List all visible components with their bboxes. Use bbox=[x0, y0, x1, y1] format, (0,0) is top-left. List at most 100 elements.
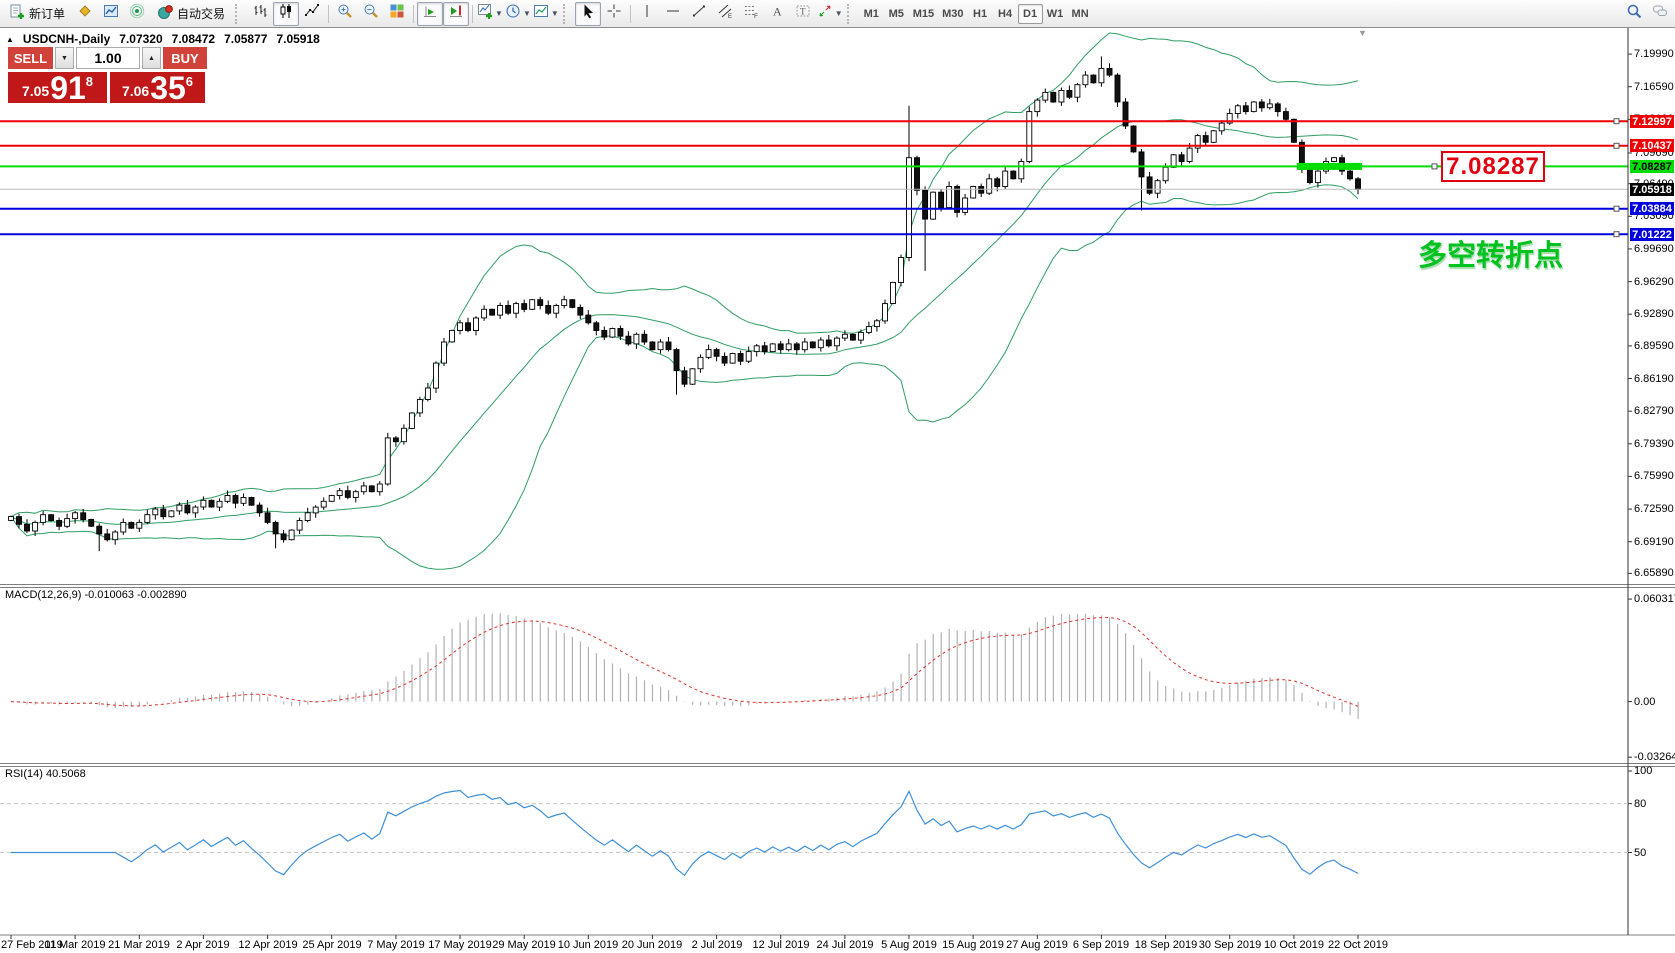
chart-title: ▲ USDCNH-,Daily 7.07320 7.08472 7.05877 … bbox=[6, 32, 320, 46]
chart-scale-marker-icon: ▼ bbox=[1358, 28, 1367, 38]
new-order-icon bbox=[9, 4, 25, 23]
toolbar-grip bbox=[847, 4, 856, 24]
chart-window-icon bbox=[103, 3, 119, 24]
clock-icon bbox=[505, 3, 521, 24]
crosshair-button[interactable] bbox=[601, 2, 627, 26]
new-order-button[interactable]: 新订单 bbox=[2, 2, 72, 26]
auto-scroll-icon bbox=[422, 3, 438, 24]
toolbar-separator bbox=[413, 5, 414, 23]
chevron-down-icon: ▼ bbox=[523, 9, 531, 18]
vertical-line-button[interactable] bbox=[634, 2, 660, 26]
fibonacci-button[interactable]: F bbox=[738, 2, 764, 26]
toolbar-separator bbox=[472, 5, 473, 23]
chevron-down-icon: ▼ bbox=[835, 9, 843, 18]
candlestick-chart-button[interactable] bbox=[273, 2, 299, 26]
signals-button[interactable] bbox=[124, 2, 150, 26]
timeframe-m30-button[interactable]: M30 bbox=[938, 4, 967, 24]
text-label-button[interactable]: T bbox=[790, 2, 816, 26]
search-icon bbox=[1626, 3, 1642, 24]
zoom-in-icon bbox=[337, 3, 353, 24]
volume-increase-button[interactable]: ▲ bbox=[142, 47, 161, 69]
chevron-down-icon: ▼ bbox=[551, 9, 559, 18]
text-label-icon: T bbox=[795, 3, 811, 24]
buy-price-pip: 6 bbox=[186, 74, 193, 89]
equidistant-channel-button[interactable]: E bbox=[712, 2, 738, 26]
indicators-icon bbox=[477, 3, 493, 24]
fibonacci-icon: F bbox=[743, 3, 759, 24]
sell-price-prefix: 7.05 bbox=[22, 83, 49, 99]
line-chart-button[interactable] bbox=[299, 2, 325, 26]
vertical-line-icon bbox=[639, 3, 655, 24]
sell-price-button[interactable]: 7.05 91 8 bbox=[8, 72, 107, 103]
chart-area[interactable]: 7.199907.165907.131907.096907.064907.030… bbox=[0, 28, 1675, 953]
timeframe-m5-button[interactable]: M5 bbox=[884, 4, 909, 24]
sell-button[interactable]: SELL bbox=[8, 47, 53, 69]
timeframe-mn-button[interactable]: MN bbox=[1068, 4, 1093, 24]
timeframe-m15-button[interactable]: M15 bbox=[909, 4, 938, 24]
text-button[interactable]: A bbox=[764, 2, 790, 26]
line-chart-icon bbox=[304, 3, 320, 24]
svg-text:A: A bbox=[773, 5, 782, 19]
buy-price-button[interactable]: 7.06 35 6 bbox=[110, 72, 205, 103]
indicators-dropdown-button[interactable]: ▼ bbox=[476, 2, 504, 26]
metaeditor-button[interactable] bbox=[72, 2, 98, 26]
candlestick-icon bbox=[278, 3, 294, 24]
auto-scroll-button[interactable] bbox=[417, 2, 443, 26]
turning-point-note[interactable]: 多空转折点 bbox=[1418, 232, 1563, 274]
search-button[interactable] bbox=[1621, 2, 1647, 26]
main-toolbar: 新订单 自动交易 ▼ ▼ ▼ E F A T bbox=[0, 0, 1675, 28]
high-value: 7.08472 bbox=[172, 32, 215, 46]
cursor-icon bbox=[580, 3, 596, 24]
sell-price-pip: 8 bbox=[86, 74, 93, 89]
autotrading-icon bbox=[157, 4, 173, 23]
crosshair-icon bbox=[606, 3, 622, 24]
svg-text:E: E bbox=[728, 14, 732, 19]
trendline-icon bbox=[691, 3, 707, 24]
chart-shift-icon bbox=[448, 3, 464, 24]
low-value: 7.05877 bbox=[224, 32, 267, 46]
timeframe-d1-button[interactable]: D1 bbox=[1018, 4, 1043, 24]
zoom-out-button[interactable] bbox=[358, 2, 384, 26]
volume-decrease-button[interactable]: ▼ bbox=[55, 47, 74, 69]
tile-windows-icon bbox=[389, 3, 405, 24]
volume-input[interactable]: 1.00 bbox=[76, 47, 140, 69]
metaeditor-icon bbox=[77, 3, 93, 24]
chat-button[interactable] bbox=[1647, 2, 1673, 26]
tile-windows-button[interactable] bbox=[384, 2, 410, 26]
timeframe-m1-button[interactable]: M1 bbox=[859, 4, 884, 24]
collapse-icon[interactable]: ▲ bbox=[6, 35, 14, 44]
toolbar-separator bbox=[328, 5, 329, 23]
one-click-trading-panel: SELL ▼ 1.00 ▲ BUY 7.05 91 8 7.06 35 6 bbox=[8, 47, 209, 103]
bar-chart-button[interactable] bbox=[247, 2, 273, 26]
rsi-label: RSI(14) 40.5068 bbox=[5, 768, 86, 780]
horizontal-line-button[interactable] bbox=[660, 2, 686, 26]
trendline-button[interactable] bbox=[686, 2, 712, 26]
buy-price-big: 35 bbox=[150, 75, 186, 101]
autotrading-label: 自动交易 bbox=[177, 5, 225, 22]
periods-dropdown-button[interactable]: ▼ bbox=[504, 2, 532, 26]
zoom-in-button[interactable] bbox=[332, 2, 358, 26]
timeframe-h4-button[interactable]: H4 bbox=[993, 4, 1018, 24]
price-chart-canvas[interactable] bbox=[0, 28, 1675, 953]
horizontal-line-icon bbox=[665, 3, 681, 24]
symbol-period-label: USDCNH-,Daily bbox=[23, 32, 110, 46]
arrows-dropdown-button[interactable]: ▼ bbox=[816, 2, 844, 26]
new-order-label: 新订单 bbox=[29, 5, 65, 22]
arrows-icon bbox=[817, 3, 833, 24]
mt4-window: 新订单 自动交易 ▼ ▼ ▼ E F A T bbox=[0, 0, 1675, 953]
charts-window-button[interactable] bbox=[98, 2, 124, 26]
text-icon: A bbox=[769, 3, 785, 24]
chart-shift-button[interactable] bbox=[443, 2, 469, 26]
buy-button[interactable]: BUY bbox=[163, 47, 207, 69]
chat-icon bbox=[1652, 3, 1668, 24]
bar-chart-icon bbox=[252, 3, 268, 24]
autotrading-button[interactable]: 自动交易 bbox=[150, 2, 232, 26]
timeframe-w1-button[interactable]: W1 bbox=[1043, 4, 1068, 24]
timeframe-h1-button[interactable]: H1 bbox=[968, 4, 993, 24]
macd-label: MACD(12,26,9) -0.010063 -0.002890 bbox=[5, 589, 187, 601]
chevron-down-icon: ▼ bbox=[495, 9, 503, 18]
cursor-button[interactable] bbox=[575, 2, 601, 26]
templates-dropdown-button[interactable]: ▼ bbox=[532, 2, 560, 26]
close-value: 7.05918 bbox=[276, 32, 319, 46]
price-callout-label[interactable]: 7.08287 bbox=[1441, 151, 1545, 182]
